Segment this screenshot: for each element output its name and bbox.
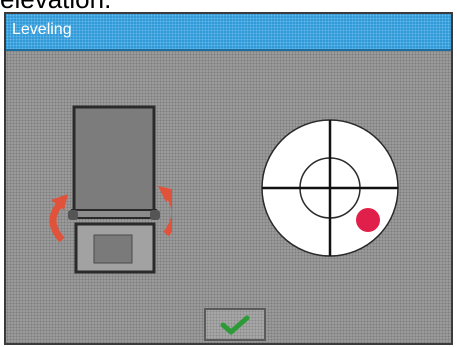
scale-body bbox=[71, 105, 157, 219]
checkmark-icon bbox=[220, 315, 250, 335]
title-bar: Leveling bbox=[6, 14, 451, 51]
leveling-foot-left bbox=[68, 210, 78, 220]
level-bubble-dot bbox=[356, 208, 380, 232]
rotate-right-arrow-icon bbox=[158, 186, 172, 237]
top-caption-text: elevation. bbox=[0, 0, 457, 10]
scale-illustration bbox=[49, 105, 172, 274]
confirm-button[interactable] bbox=[204, 308, 266, 341]
scale-base bbox=[74, 222, 156, 274]
leveling-screen: Leveling bbox=[4, 12, 453, 345]
bubble-level-indicator bbox=[261, 119, 399, 257]
window-title: Leveling bbox=[12, 21, 72, 38]
rotate-left-arrow-icon bbox=[49, 194, 68, 243]
leveling-foot-right bbox=[150, 210, 160, 220]
